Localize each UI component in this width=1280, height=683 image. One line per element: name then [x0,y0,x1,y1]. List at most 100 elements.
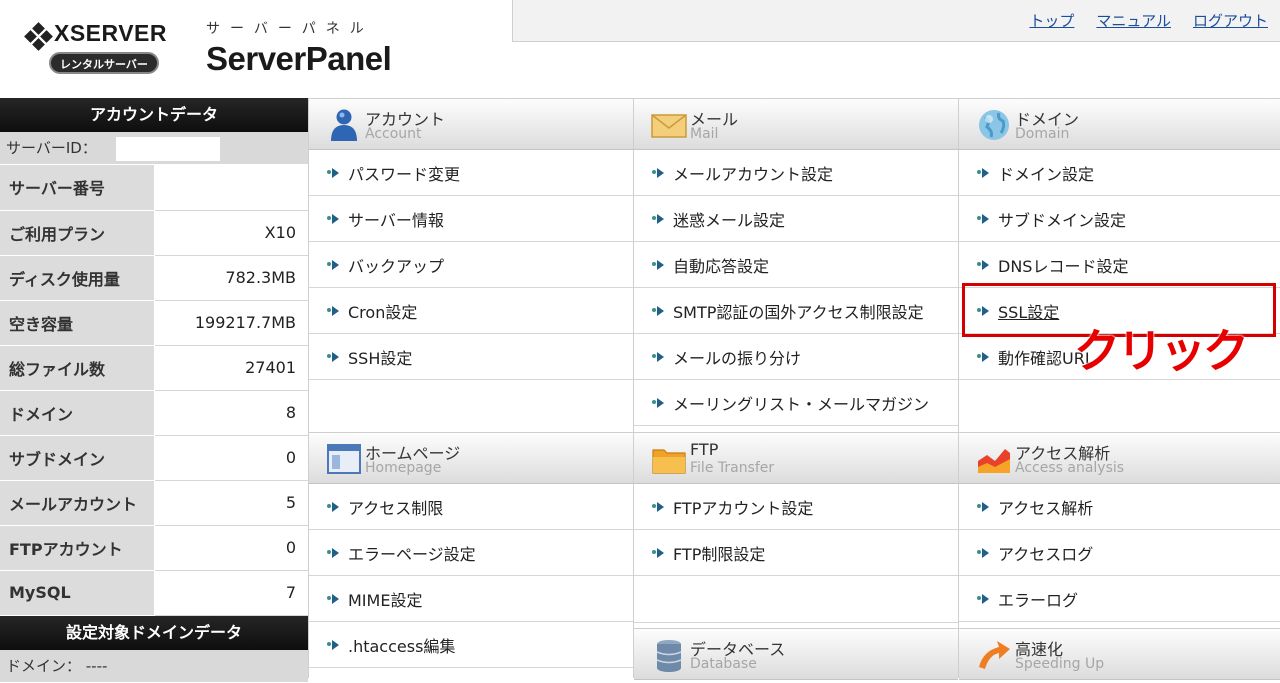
domain-menu-item[interactable]: ドメイン設定 [959,150,1280,196]
ftp-menu-item[interactable]: FTPアカウント設定 [634,484,958,530]
info-row: ディスク使用量 782.3MB [0,255,308,301]
account-menu-item[interactable]: Cron設定 [309,288,633,334]
info-value: 8 [154,390,308,436]
info-value: 0 [154,525,308,571]
info-label: サーバー番号 [0,165,155,211]
arrow-bullet-icon [977,547,991,559]
xserver-logo[interactable]: XSERVER レンタルサーバー [24,18,186,78]
arrow-bullet-icon [652,259,666,271]
menu-item-label[interactable]: .htaccess編集 [348,633,455,657]
server-id-label: サーバーID： [6,139,97,157]
column-1: アカウント Account パスワード変更 サーバー情報 バックアップ Cron設定 S… [308,98,633,678]
menu-item-label[interactable]: アクセスログ [998,541,1093,565]
arrow-bullet-icon [327,213,341,225]
arrow-bullet-icon [977,213,991,225]
mail-menu-item[interactable]: 迷惑メール設定 [634,196,958,242]
click-annotation: クリック [1074,324,1249,378]
manual-link[interactable]: マニュアル [1096,10,1171,31]
panel-title-main: ServerPanel [206,40,392,77]
section-ftp-subtitle: File Transfer [690,460,775,476]
account-menu-item[interactable]: パスワード変更 [309,150,633,196]
section-account: アカウント Account パスワード変更 サーバー情報 バックアップ Cron設定 S… [309,98,633,456]
section-ftp-header: FTP File Transfer [634,432,958,484]
section-ftp: FTP File Transfer FTPアカウント設定 FTP制限設定 [634,432,958,623]
header: XSERVER レンタルサーバー サーバーパネル ServerPanel トップ… [0,0,1280,98]
section-access: アクセス解析 Access analysis アクセス解析 アクセスログ エラーログ [959,432,1280,622]
mail-menu-item[interactable]: SMTP認証の国外アクセス制限設定 [634,288,958,334]
section-account-subtitle: Account [365,126,422,142]
account-menu-item[interactable]: バックアップ [309,242,633,288]
panel-title: サーバーパネル ServerPanel [206,18,392,78]
homepage-menu-item[interactable]: エラーページ設定 [309,530,633,576]
menu-item-label[interactable]: SSH設定 [348,345,412,369]
domain-menu-item[interactable]: サブドメイン設定 [959,196,1280,242]
menu-item-label[interactable]: DNSレコード設定 [998,253,1128,277]
arrow-bullet-icon [327,593,341,605]
section-speed-header: 高速化 Speeding Up [959,628,1280,680]
domain-menu-item[interactable]: DNSレコード設定 [959,242,1280,288]
info-value: 7 [154,570,308,616]
menu-item-label[interactable]: メールの振り分け [673,345,801,369]
menu-item-label[interactable]: FTP制限設定 [673,541,765,565]
menu-item-label[interactable]: FTPアカウント設定 [673,495,813,519]
logout-link[interactable]: ログアウト [1193,10,1268,31]
menu-item-label[interactable]: アクセス解析 [998,495,1093,519]
homepage-menu-item[interactable]: アクセス制限 [309,484,633,530]
arrow-bullet-icon [977,167,991,179]
top-link[interactable]: トップ [1029,10,1074,31]
info-label: メールアカウント [0,480,155,526]
menu-item-label[interactable]: MIME設定 [348,587,422,611]
homepage-menu-item[interactable]: MIME設定 [309,576,633,622]
menu-item-label[interactable]: 迷惑メール設定 [673,207,785,231]
mail-menu-item[interactable]: メールの振り分け [634,334,958,380]
arrow-bullet-icon [652,305,666,317]
server-id-value [116,137,220,161]
top-links: トップ マニュアル ログアウト [1029,10,1268,31]
section-database-subtitle: Database [690,656,757,672]
mail-menu-item[interactable]: メーリングリスト・メールマガジン [634,380,958,426]
info-label: ドメイン [0,390,155,436]
access-menu-item[interactable]: アクセスログ [959,530,1280,576]
menu-item-label[interactable]: 自動応答設定 [673,253,769,277]
globe-icon [979,110,1009,140]
section-homepage-subtitle: Homepage [365,460,442,476]
menu-item-label[interactable]: メーリングリスト・メールマガジン [673,391,929,415]
arrow-bullet-icon [327,259,341,271]
section-database: データベース Database [634,628,958,680]
menu-item-label[interactable]: メールアカウント設定 [673,161,833,185]
menu-item-label[interactable]: エラーログ [998,587,1078,611]
account-menu-item[interactable]: SSH設定 [309,334,633,380]
speed-arrow-icon [979,641,1010,669]
mail-menu-item[interactable]: メールアカウント設定 [634,150,958,196]
section-domain-header: ドメイン Domain [959,98,1280,150]
arrow-bullet-icon [327,167,341,179]
menu-item-label[interactable]: パスワード変更 [348,161,460,185]
column-2: メール Mail メールアカウント設定 迷惑メール設定 自動応答設定 SMTP認証の国… [633,98,958,680]
info-row: FTPアカウント 0 [0,525,308,571]
menu-item-label[interactable]: Cron設定 [348,299,417,323]
info-value [154,165,308,211]
menu-item-label[interactable]: アクセス制限 [348,495,443,519]
menu-item-label[interactable]: ドメイン設定 [998,161,1094,185]
info-value: X10 [154,210,308,256]
access-menu-item[interactable]: アクセス解析 [959,484,1280,530]
info-value: 5 [154,480,308,526]
ftp-menu-item[interactable]: FTP制限設定 [634,530,958,576]
menu-item-label[interactable]: サブドメイン設定 [998,207,1126,231]
menu-item-label[interactable]: バックアップ [348,253,444,277]
mail-menu-item[interactable]: 自動応答設定 [634,242,958,288]
menu-item-label[interactable]: SMTP認証の国外アクセス制限設定 [673,299,924,323]
info-row: サブドメイン 0 [0,435,308,481]
ftp-menu-list: FTPアカウント設定 FTP制限設定 [634,484,958,576]
homepage-menu-item[interactable]: .htaccess編集 [309,622,633,668]
access-menu-list: アクセス解析 アクセスログ エラーログ [959,484,1280,622]
section-homepage: ホームページ Homepage アクセス制限 エラーページ設定 MIME設定 .hta… [309,432,633,668]
arrow-bullet-icon [652,213,666,225]
arrow-bullet-icon [327,501,341,513]
account-menu-item[interactable]: サーバー情報 [309,196,633,242]
menu-item-label[interactable]: エラーページ設定 [348,541,476,565]
section-mail: メール Mail メールアカウント設定 迷惑メール設定 自動応答設定 SMTP認証の国… [634,98,958,426]
access-chart-icon [978,449,1010,473]
menu-item-label[interactable]: サーバー情報 [348,207,444,231]
access-menu-item[interactable]: エラーログ [959,576,1280,622]
